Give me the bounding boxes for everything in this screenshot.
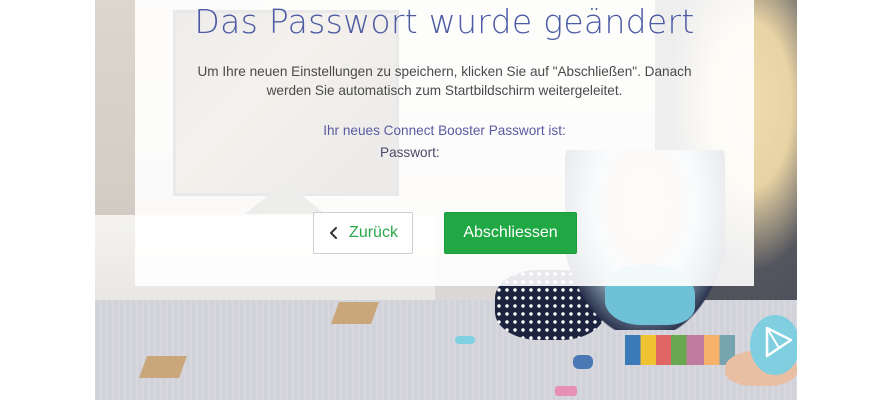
password-intro: Ihr neues Connect Booster Passwort ist: [323,123,566,138]
dialog-title: Das Passwort wurde geändert [194,2,695,41]
play-triangle-icon [765,326,793,358]
info-line-1: Um Ihre neuen Einstellungen zu speichern… [197,64,692,79]
background-toy [555,386,577,396]
background-toy [455,336,475,344]
info-line-2: werden Sie automatisch zum Startbildschi… [266,83,623,98]
background-sideboard-leg [138,356,188,378]
dialog-info-text: Um Ihre neuen Einstellungen zu speichern… [165,62,724,100]
background-sideboard-leg [330,302,380,324]
password-label: Passwort: [380,145,440,160]
page: Das Passwort wurde geändert Um Ihre neue… [0,0,879,400]
password-row: Passwort: [380,145,456,160]
password-changed-dialog: Das Passwort wurde geändert Um Ihre neue… [135,0,754,286]
chevron-left-icon [330,227,338,239]
back-button-label: Zurück [349,224,398,241]
background-toy [573,355,593,369]
finish-button-label: Abschliessen [463,224,558,241]
finish-button[interactable]: Abschliessen [444,212,577,254]
back-button[interactable]: Zurück [313,212,413,254]
background-toy-blocks [625,335,735,365]
